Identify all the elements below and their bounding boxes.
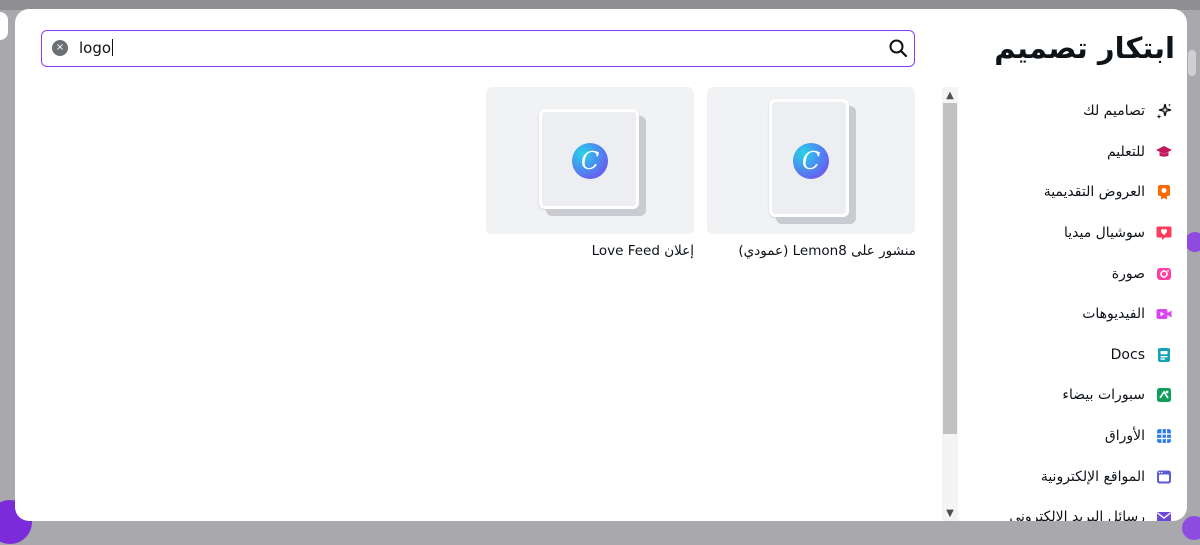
result-label[interactable]: منشور على Lemon8 (عمودي) [738, 243, 916, 259]
nav-item-presentations[interactable]: العروض التقديمية [983, 172, 1173, 213]
camera-icon [1155, 265, 1173, 283]
results-scrollbar[interactable]: ▲ ▼ [942, 87, 958, 521]
scroll-up-icon[interactable]: ▲ [942, 87, 958, 103]
nav-item-sheets[interactable]: الأوراق [983, 416, 1173, 457]
canva-logo-icon: C [572, 143, 608, 179]
scroll-down-icon[interactable]: ▼ [942, 505, 958, 521]
design-type-nav: تصاميم لك للتعليم العروض التقديمية سوشيا… [983, 91, 1173, 521]
website-icon [1155, 468, 1173, 486]
whiteboard-icon [1155, 386, 1173, 404]
search-bar[interactable]: × logo [41, 30, 915, 67]
result-card-lemon8[interactable]: C [707, 87, 915, 234]
nav-item-docs[interactable]: Docs [983, 335, 1173, 376]
scroll-thumb[interactable] [943, 103, 957, 434]
nav-item-for-you[interactable]: تصاميم لك [983, 91, 1173, 132]
nav-item-label: Docs [1110, 346, 1145, 363]
nav-item-emails[interactable]: رسائل البريد الإلكتروني [983, 497, 1173, 521]
canva-logo-icon: C [793, 143, 829, 179]
video-icon [1155, 305, 1173, 323]
graduation-cap-icon [1155, 143, 1173, 161]
sidebar-title: ابتكار تصميم [994, 31, 1175, 65]
nav-item-education[interactable]: للتعليم [983, 132, 1173, 173]
nav-item-whiteboards[interactable]: سبورات بيضاء [983, 375, 1173, 416]
nav-item-label: رسائل البريد الإلكتروني [1009, 509, 1145, 521]
nav-item-websites[interactable]: المواقع الإلكترونية [983, 456, 1173, 497]
result-card-love-feed[interactable]: C [486, 87, 694, 234]
nav-item-label: الفيديوهات [1082, 306, 1145, 323]
nav-item-label: سوشيال ميديا [1063, 225, 1145, 242]
search-input[interactable]: logo [79, 39, 114, 57]
heart-chat-icon [1155, 224, 1173, 242]
nav-item-label: تصاميم لك [1083, 103, 1145, 120]
nav-item-label: للتعليم [1106, 143, 1145, 160]
backdrop-badge [1185, 232, 1200, 252]
backdrop-scroll-thumb [1188, 50, 1196, 76]
nav-item-label: صورة [1111, 265, 1145, 282]
text-caret [112, 39, 114, 56]
award-icon [1155, 183, 1173, 201]
mail-icon [1155, 508, 1173, 521]
sparkles-icon [1155, 102, 1173, 120]
search-input-value: logo [79, 39, 112, 57]
nav-item-label: الأوراق [1104, 428, 1145, 445]
nav-item-photo[interactable]: صورة [983, 253, 1173, 294]
doc-icon [1155, 346, 1173, 364]
backdrop-left-tab [0, 12, 8, 40]
clear-search-icon[interactable]: × [52, 40, 68, 56]
sheet-icon [1155, 427, 1173, 445]
create-design-modal: ابتكار تصميم تصاميم لك للتعليم العروض ال… [15, 9, 1187, 521]
nav-item-label: المواقع الإلكترونية [1040, 468, 1145, 485]
search-icon[interactable] [888, 38, 908, 58]
nav-item-label: سبورات بيضاء [1062, 387, 1145, 404]
result-label[interactable]: إعلان Love Feed [592, 243, 694, 259]
nav-item-label: العروض التقديمية [1043, 184, 1145, 201]
backdrop-badge [1182, 516, 1200, 540]
nav-item-videos[interactable]: الفيديوهات [983, 294, 1173, 335]
nav-item-social-media[interactable]: سوشيال ميديا [983, 213, 1173, 254]
